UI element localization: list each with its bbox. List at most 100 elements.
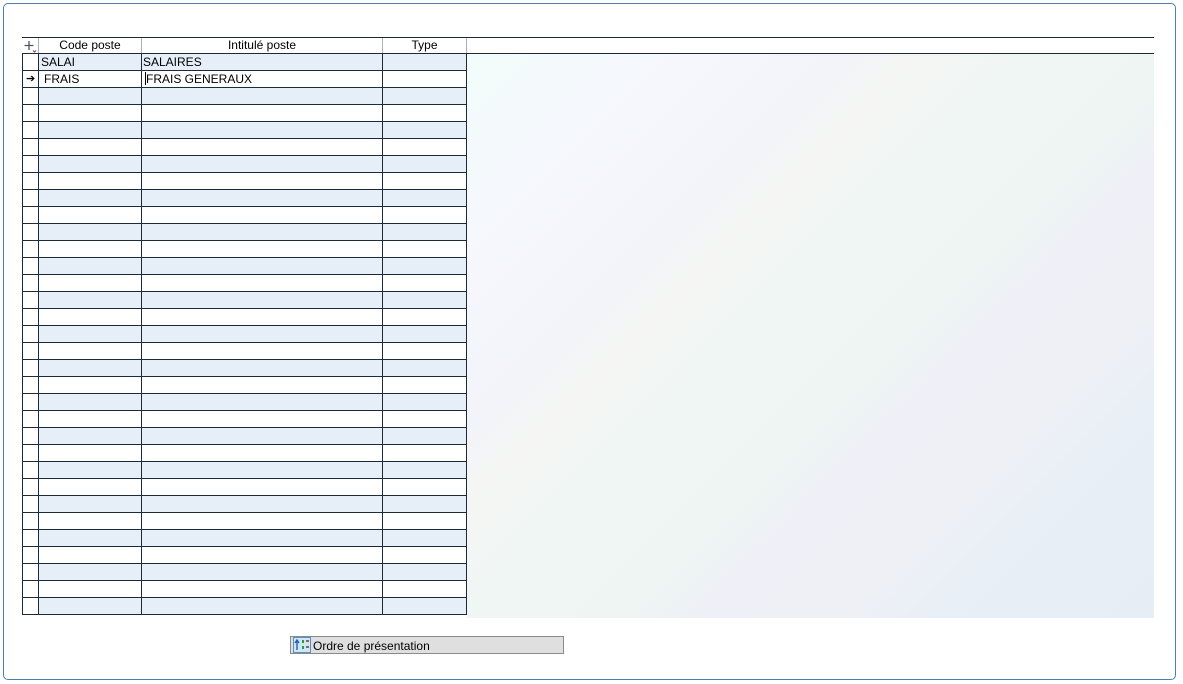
table-row[interactable] [22, 309, 467, 326]
cell-type[interactable] [383, 479, 467, 495]
row-selector[interactable] [22, 598, 39, 614]
cell-type[interactable] [383, 326, 467, 342]
cell-intitule[interactable] [142, 139, 383, 155]
cell-code[interactable] [39, 224, 142, 240]
cell-intitule[interactable] [142, 88, 383, 104]
cell-code[interactable] [39, 190, 142, 206]
row-selector[interactable] [22, 207, 39, 223]
cell-code[interactable]: SALAI [39, 54, 142, 70]
table-row[interactable] [22, 105, 467, 122]
cell-intitule[interactable]: SALAIRES [142, 54, 383, 70]
row-selector[interactable] [22, 479, 39, 495]
cell-intitule[interactable] [142, 377, 383, 393]
cell-code[interactable]: FRAIS [39, 71, 142, 87]
row-selector[interactable] [22, 224, 39, 240]
row-selector[interactable] [22, 411, 39, 427]
table-row[interactable] [22, 530, 467, 547]
cell-type[interactable] [383, 343, 467, 359]
table-row[interactable] [22, 326, 467, 343]
cell-type[interactable] [383, 513, 467, 529]
cell-intitule[interactable] [142, 547, 383, 563]
table-row[interactable] [22, 275, 467, 292]
table-row[interactable] [22, 377, 467, 394]
cell-type[interactable] [383, 377, 467, 393]
cell-type[interactable] [383, 241, 467, 257]
table-row[interactable] [22, 411, 467, 428]
cell-code[interactable] [39, 598, 142, 614]
cell-code[interactable] [39, 241, 142, 257]
table-row[interactable] [22, 428, 467, 445]
table-row[interactable] [22, 139, 467, 156]
table-row[interactable] [22, 343, 467, 360]
row-selector[interactable] [22, 496, 39, 512]
table-row[interactable] [22, 292, 467, 309]
table-row[interactable] [22, 173, 467, 190]
cell-intitule[interactable] [142, 564, 383, 580]
cell-type[interactable] [383, 496, 467, 512]
cell-intitule[interactable] [142, 190, 383, 206]
cell-type[interactable] [383, 190, 467, 206]
cell-intitule[interactable] [142, 224, 383, 240]
table-row[interactable] [22, 547, 467, 564]
cell-intitule[interactable] [142, 598, 383, 614]
cell-code[interactable] [39, 377, 142, 393]
cell-code[interactable] [39, 428, 142, 444]
cell-intitule-editing[interactable]: FRAIS GENERAUX [142, 71, 383, 87]
cell-type[interactable] [383, 156, 467, 172]
cell-type[interactable] [383, 428, 467, 444]
row-selector[interactable] [22, 326, 39, 342]
row-selector[interactable] [22, 309, 39, 325]
cell-intitule[interactable] [142, 309, 383, 325]
row-selector[interactable] [22, 105, 39, 121]
row-selector[interactable] [22, 156, 39, 172]
cell-code[interactable] [39, 360, 142, 376]
row-selector[interactable] [22, 139, 39, 155]
row-selector[interactable] [22, 275, 39, 291]
cell-code[interactable] [39, 564, 142, 580]
row-selector[interactable] [22, 360, 39, 376]
cell-intitule[interactable] [142, 581, 383, 597]
cell-type[interactable] [383, 173, 467, 189]
row-selector[interactable] [22, 54, 39, 70]
cell-type[interactable] [383, 564, 467, 580]
row-selector[interactable] [22, 292, 39, 308]
cell-code[interactable] [39, 445, 142, 461]
cell-code[interactable] [39, 479, 142, 495]
cell-type[interactable] [383, 275, 467, 291]
cell-code[interactable] [39, 326, 142, 342]
row-selector[interactable] [22, 547, 39, 563]
cell-intitule[interactable] [142, 258, 383, 274]
cell-code[interactable] [39, 496, 142, 512]
cell-type[interactable] [383, 462, 467, 478]
cell-intitule[interactable] [142, 173, 383, 189]
cell-intitule[interactable] [142, 462, 383, 478]
table-row[interactable] [22, 598, 467, 615]
cell-intitule[interactable] [142, 207, 383, 223]
cell-type[interactable] [383, 207, 467, 223]
column-header-intitule[interactable]: Intitulé poste [142, 38, 383, 53]
row-selector[interactable] [22, 564, 39, 580]
cell-intitule[interactable] [142, 428, 383, 444]
table-row[interactable] [22, 122, 467, 139]
table-row[interactable] [22, 394, 467, 411]
cell-code[interactable] [39, 275, 142, 291]
column-header-type[interactable]: Type [383, 38, 467, 53]
row-selector[interactable] [22, 122, 39, 138]
cell-type[interactable] [383, 309, 467, 325]
row-selector[interactable] [22, 173, 39, 189]
cell-type[interactable] [383, 258, 467, 274]
cell-type[interactable] [383, 530, 467, 546]
cell-code[interactable] [39, 105, 142, 121]
table-row[interactable] [22, 581, 467, 598]
cell-intitule[interactable] [142, 360, 383, 376]
cell-intitule[interactable] [142, 445, 383, 461]
table-row[interactable]: SALAI SALAIRES [22, 54, 467, 71]
table-row[interactable] [22, 360, 467, 377]
table-row[interactable] [22, 462, 467, 479]
cell-intitule[interactable] [142, 530, 383, 546]
cell-intitule[interactable] [142, 394, 383, 410]
cell-type[interactable] [383, 394, 467, 410]
cell-type[interactable] [383, 360, 467, 376]
table-row[interactable] [22, 224, 467, 241]
cell-code[interactable] [39, 207, 142, 223]
